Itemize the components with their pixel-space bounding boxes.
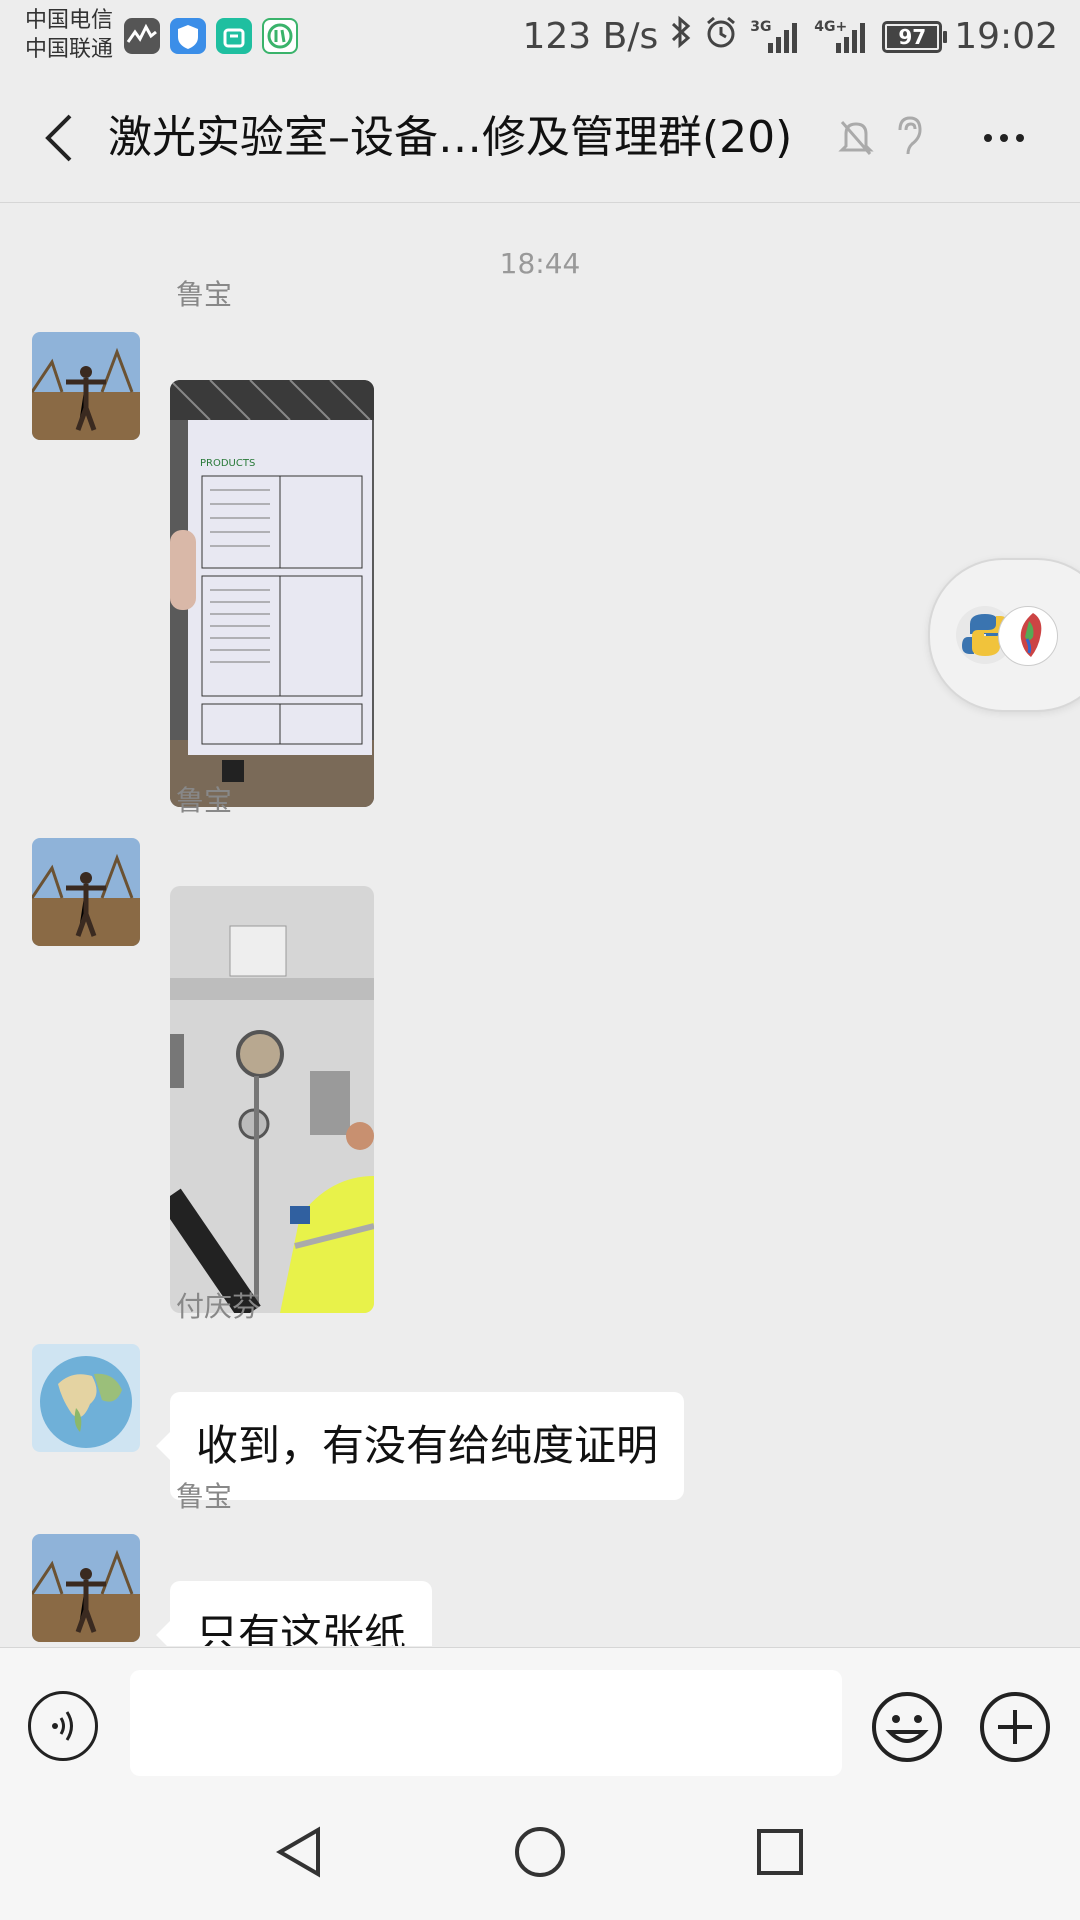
- notification-icons: [124, 18, 298, 54]
- avatar[interactable]: [32, 332, 140, 440]
- nav-home-icon: [515, 1827, 565, 1877]
- sender-name: 鲁宝: [176, 278, 233, 311]
- status-right: 123 B/s 3G 4G+ 97 19:02: [522, 14, 1058, 59]
- status-bar: 中国电信 中国联通 123 B/s 3G 4G+ 97 19:02: [0, 0, 1080, 78]
- app-icon: [262, 18, 298, 54]
- net-speed: 123 B/s: [522, 16, 659, 57]
- more-button[interactable]: [974, 108, 1034, 168]
- ear-icon: [892, 114, 926, 162]
- battery-percent: 97: [898, 24, 927, 49]
- nav-home-button[interactable]: [512, 1824, 568, 1880]
- message-bubble[interactable]: 收到，有没有给纯度证明: [155, 1392, 685, 1500]
- chat-header: 激光实验室–设备…修及管理群(20): [0, 78, 1080, 203]
- document-photo[interactable]: PRODUCTS: [170, 380, 374, 807]
- alarm-icon: [704, 15, 738, 58]
- avatar[interactable]: [32, 1534, 140, 1642]
- message-input[interactable]: [130, 1670, 842, 1776]
- battery-icon: 97: [882, 20, 948, 53]
- back-icon: [45, 114, 72, 162]
- mute-bell-icon: [836, 116, 876, 162]
- sender-name: 付庆芬: [176, 1290, 261, 1323]
- sender-name: 鲁宝: [176, 784, 233, 817]
- carriers: 中国电信 中国联通: [25, 6, 113, 64]
- bag-icon: [216, 18, 252, 54]
- timestamp: 18:44: [499, 247, 581, 280]
- nav-back-icon: [276, 1826, 320, 1878]
- signal-4g-icon: 4G+: [814, 19, 870, 55]
- more-icon: [984, 134, 992, 142]
- emoji-button[interactable]: [870, 1690, 944, 1764]
- plus-button[interactable]: [978, 1690, 1052, 1764]
- shield-icon: [170, 18, 206, 54]
- carrier-2: 中国联通: [25, 37, 114, 62]
- clock: 19:02: [954, 16, 1058, 57]
- nav-recent-button[interactable]: [752, 1824, 808, 1880]
- nav-back-button[interactable]: [272, 1824, 328, 1880]
- map-icon: [998, 606, 1058, 666]
- floating-window-ball[interactable]: [928, 558, 1080, 712]
- gas-tank-photo[interactable]: [170, 886, 374, 1313]
- svg-text:PRODUCTS: PRODUCTS: [200, 458, 255, 469]
- avatar[interactable]: [32, 1344, 140, 1452]
- voice-icon: [52, 1711, 73, 1741]
- message-list[interactable]: 18:44 鲁宝 PRODUCTS 鲁宝 付庆芬 收到，有没有给纯度证明 鲁宝 …: [0, 203, 1080, 1646]
- bluetooth-icon: [670, 14, 692, 59]
- back-button[interactable]: [30, 108, 90, 168]
- sender-name: 鲁宝: [176, 1480, 233, 1513]
- chat-title[interactable]: 激光实验室–设备…修及管理群(20): [108, 108, 792, 168]
- signal-3g-icon: 3G: [750, 19, 802, 55]
- plus-icon: [980, 1692, 1050, 1762]
- nav-recent-icon: [757, 1829, 803, 1875]
- emoji-icon: [872, 1692, 942, 1762]
- input-bar: [0, 1647, 1080, 1784]
- carrier-1: 中国电信: [25, 8, 114, 33]
- voice-button[interactable]: [28, 1691, 98, 1761]
- message-bubble[interactable]: 只有这张纸: [155, 1581, 433, 1646]
- system-nav-bar: [0, 1784, 1080, 1920]
- avatar[interactable]: [32, 838, 140, 946]
- activity-icon: [124, 18, 160, 54]
